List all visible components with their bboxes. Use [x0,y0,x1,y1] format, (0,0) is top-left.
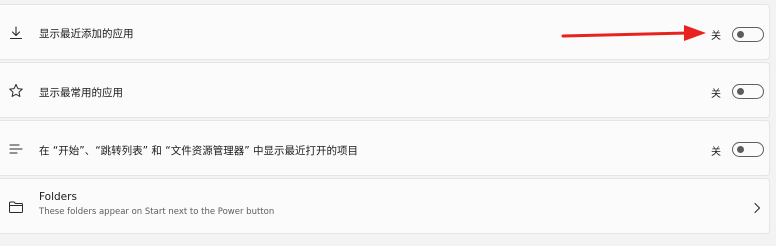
toggle-knob [737,146,744,153]
setting-label: 显示最近添加的应用 [39,28,134,40]
folder-icon [6,197,26,217]
toggle-knob [737,31,744,38]
most-used-toggle[interactable] [732,84,764,99]
recently-added-toggle[interactable] [732,27,764,42]
red-arrow-annotation [561,25,706,41]
setting-row-most-used: 显示最常用的应用 关 [0,62,770,118]
star-icon [6,81,26,101]
toggle-state-text: 关 [711,147,721,158]
folders-row[interactable]: Folders These folders appear on Start ne… [0,178,770,234]
chevron-right-icon [752,199,762,218]
toggle-state-text: 关 [711,89,721,100]
toggle-knob [737,88,744,95]
folders-subtitle: These folders appear on Start next to th… [39,207,275,217]
recent-items-toggle[interactable] [732,142,764,157]
setting-label: 在 “开始”、“跳转列表” 和 “文件资源管理器” 中显示最近打开的项目 [39,145,358,157]
setting-label: 显示最常用的应用 [39,87,123,99]
toggle-state-text: 关 [711,31,721,42]
jump-list-icon [6,139,26,159]
folders-title: Folders [39,191,77,203]
download-icon [6,23,26,43]
setting-row-recent-items: 在 “开始”、“跳转列表” 和 “文件资源管理器” 中显示最近打开的项目 关 [0,120,770,176]
